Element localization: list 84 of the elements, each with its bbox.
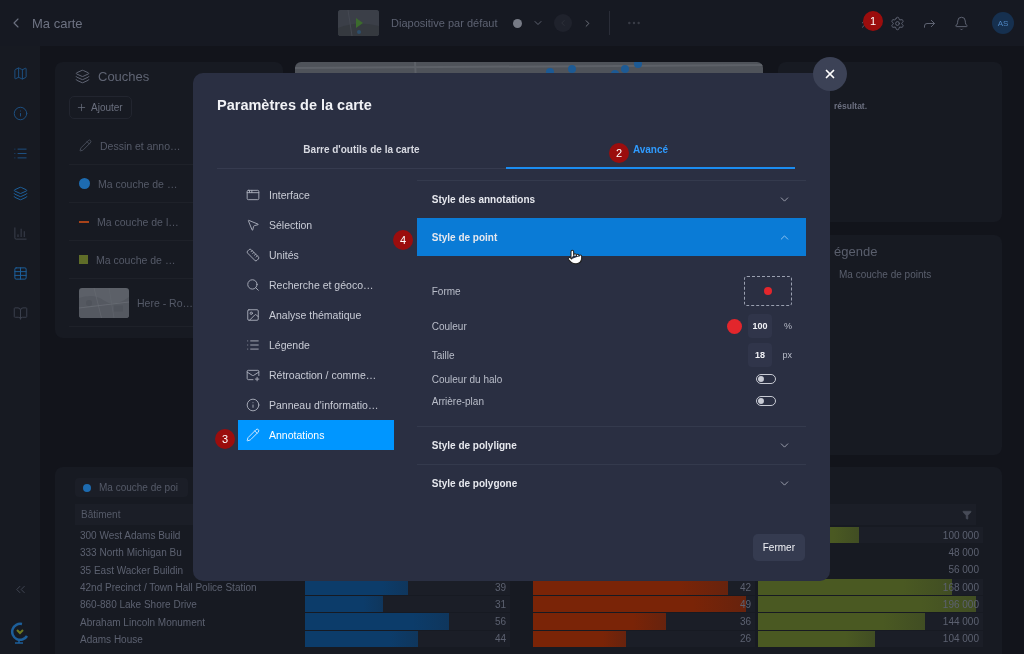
map-icon[interactable] [12,66,28,81]
table-icon[interactable] [12,266,28,281]
field-label: Couleur du halo [431,373,503,385]
section-title: Style des annotations [431,194,536,205]
section-title: Style de point [431,231,498,243]
pencil-icon [79,139,92,152]
nav-item[interactable]: Rétroaction / comme… [238,360,394,390]
table-cell-text: 56 000 [948,564,980,576]
plus-icon [76,102,87,113]
table-cell-text: 56 [494,616,507,628]
legend-item: Ma couche de points [839,269,933,280]
table-cell-text: 860-880 Lake Shore Drive [80,599,198,611]
field-label: Couleur [431,320,467,332]
section-header[interactable]: Style de polygone [416,464,806,502]
settings-icon[interactable] [890,15,905,31]
table-cell-text: 36 [739,616,752,628]
table-cell-text: 44 [494,633,507,645]
section-title: Style de polyligne [431,440,517,451]
table-cell-text: Adams House [80,633,144,645]
close-button[interactable]: Fermer [752,534,805,561]
close-icon [823,67,837,81]
table-cell-text: 104 000 [942,633,980,645]
bell-icon[interactable] [954,15,969,31]
tab[interactable]: Barre d'outils de la carte [217,131,506,169]
dialog-title: Paramètres de la carte [217,97,372,113]
shape-picker[interactable] [744,276,792,306]
nav-item[interactable]: Panneau d'informatio… [238,390,394,420]
user-avatar[interactable]: AS [992,12,1014,34]
field-label: Arrière-plan [431,395,484,407]
nav-item[interactable]: Sélection [238,210,394,240]
hand-cursor-icon [567,249,583,265]
unit-label: px [781,350,792,360]
table-cell-text: 31 [494,598,507,610]
table-cell-text: 100 000 [942,529,980,541]
window-icon [246,188,260,202]
map-title: Ma carte [32,15,83,31]
pencil-icon [246,428,260,442]
layers-icon [75,69,90,84]
section-header[interactable]: Style de point [416,218,806,256]
pointer-icon [246,218,260,232]
table-cell-text: 42nd Precinct / Town Hall Police Station [80,582,258,594]
panel-title: Couches [98,69,150,84]
ruler-icon [246,248,260,262]
size-field[interactable]: 18 [748,343,772,367]
table-cell-text: 39 [494,581,507,593]
field-label: Taille [431,349,455,361]
table-cell-text: 196 000 [942,598,980,610]
info-icon [246,398,260,412]
opacity-field[interactable]: 100 [748,314,772,338]
add-button[interactable]: Ajouter [69,96,132,119]
panel-title: égende [834,244,879,259]
list-icon[interactable] [12,146,28,161]
list-icon [246,338,260,352]
info-icon[interactable] [12,106,28,121]
globe-logo-icon [10,622,30,644]
filter-icon[interactable] [962,509,972,520]
table-cell-text: 333 North Michigan Bu [80,547,183,559]
table-cell-text: 42 [739,581,752,593]
chart-icon[interactable] [12,226,28,241]
results-text: résultat. [834,101,868,111]
search-icon [246,278,260,292]
layers-icon[interactable] [12,186,28,201]
nav-item[interactable]: Analyse thématique [238,300,394,330]
table-cell-text: Abraham Lincoln Monument [80,616,207,628]
table-cell-text: 48 000 [948,546,980,558]
nav-item[interactable]: Interface [238,180,394,210]
book-icon[interactable] [12,306,28,321]
table-cell-text: 300 West Adams Build [80,530,182,542]
field-label: Forme [431,285,461,297]
mail-icon [246,368,260,382]
status-dot [513,18,523,28]
section-title: Style de polygone [431,478,518,489]
image-icon [246,308,260,322]
unit-label: % [783,321,792,331]
table-cell-text: 26 [739,633,752,645]
nav-item[interactable]: Recherche et géoco… [238,270,394,300]
table-cell-text: 35 East Wacker Buildin [80,564,184,576]
table-cell-text: 144 000 [942,616,980,628]
close-button[interactable] [813,57,847,91]
color-swatch[interactable] [727,318,742,334]
nav-item[interactable]: Unités [238,240,394,270]
table-cell-text: 168 000 [942,581,980,593]
nav-item[interactable]: Légende [238,330,394,360]
section-header[interactable]: Style de polyligne [416,426,806,464]
